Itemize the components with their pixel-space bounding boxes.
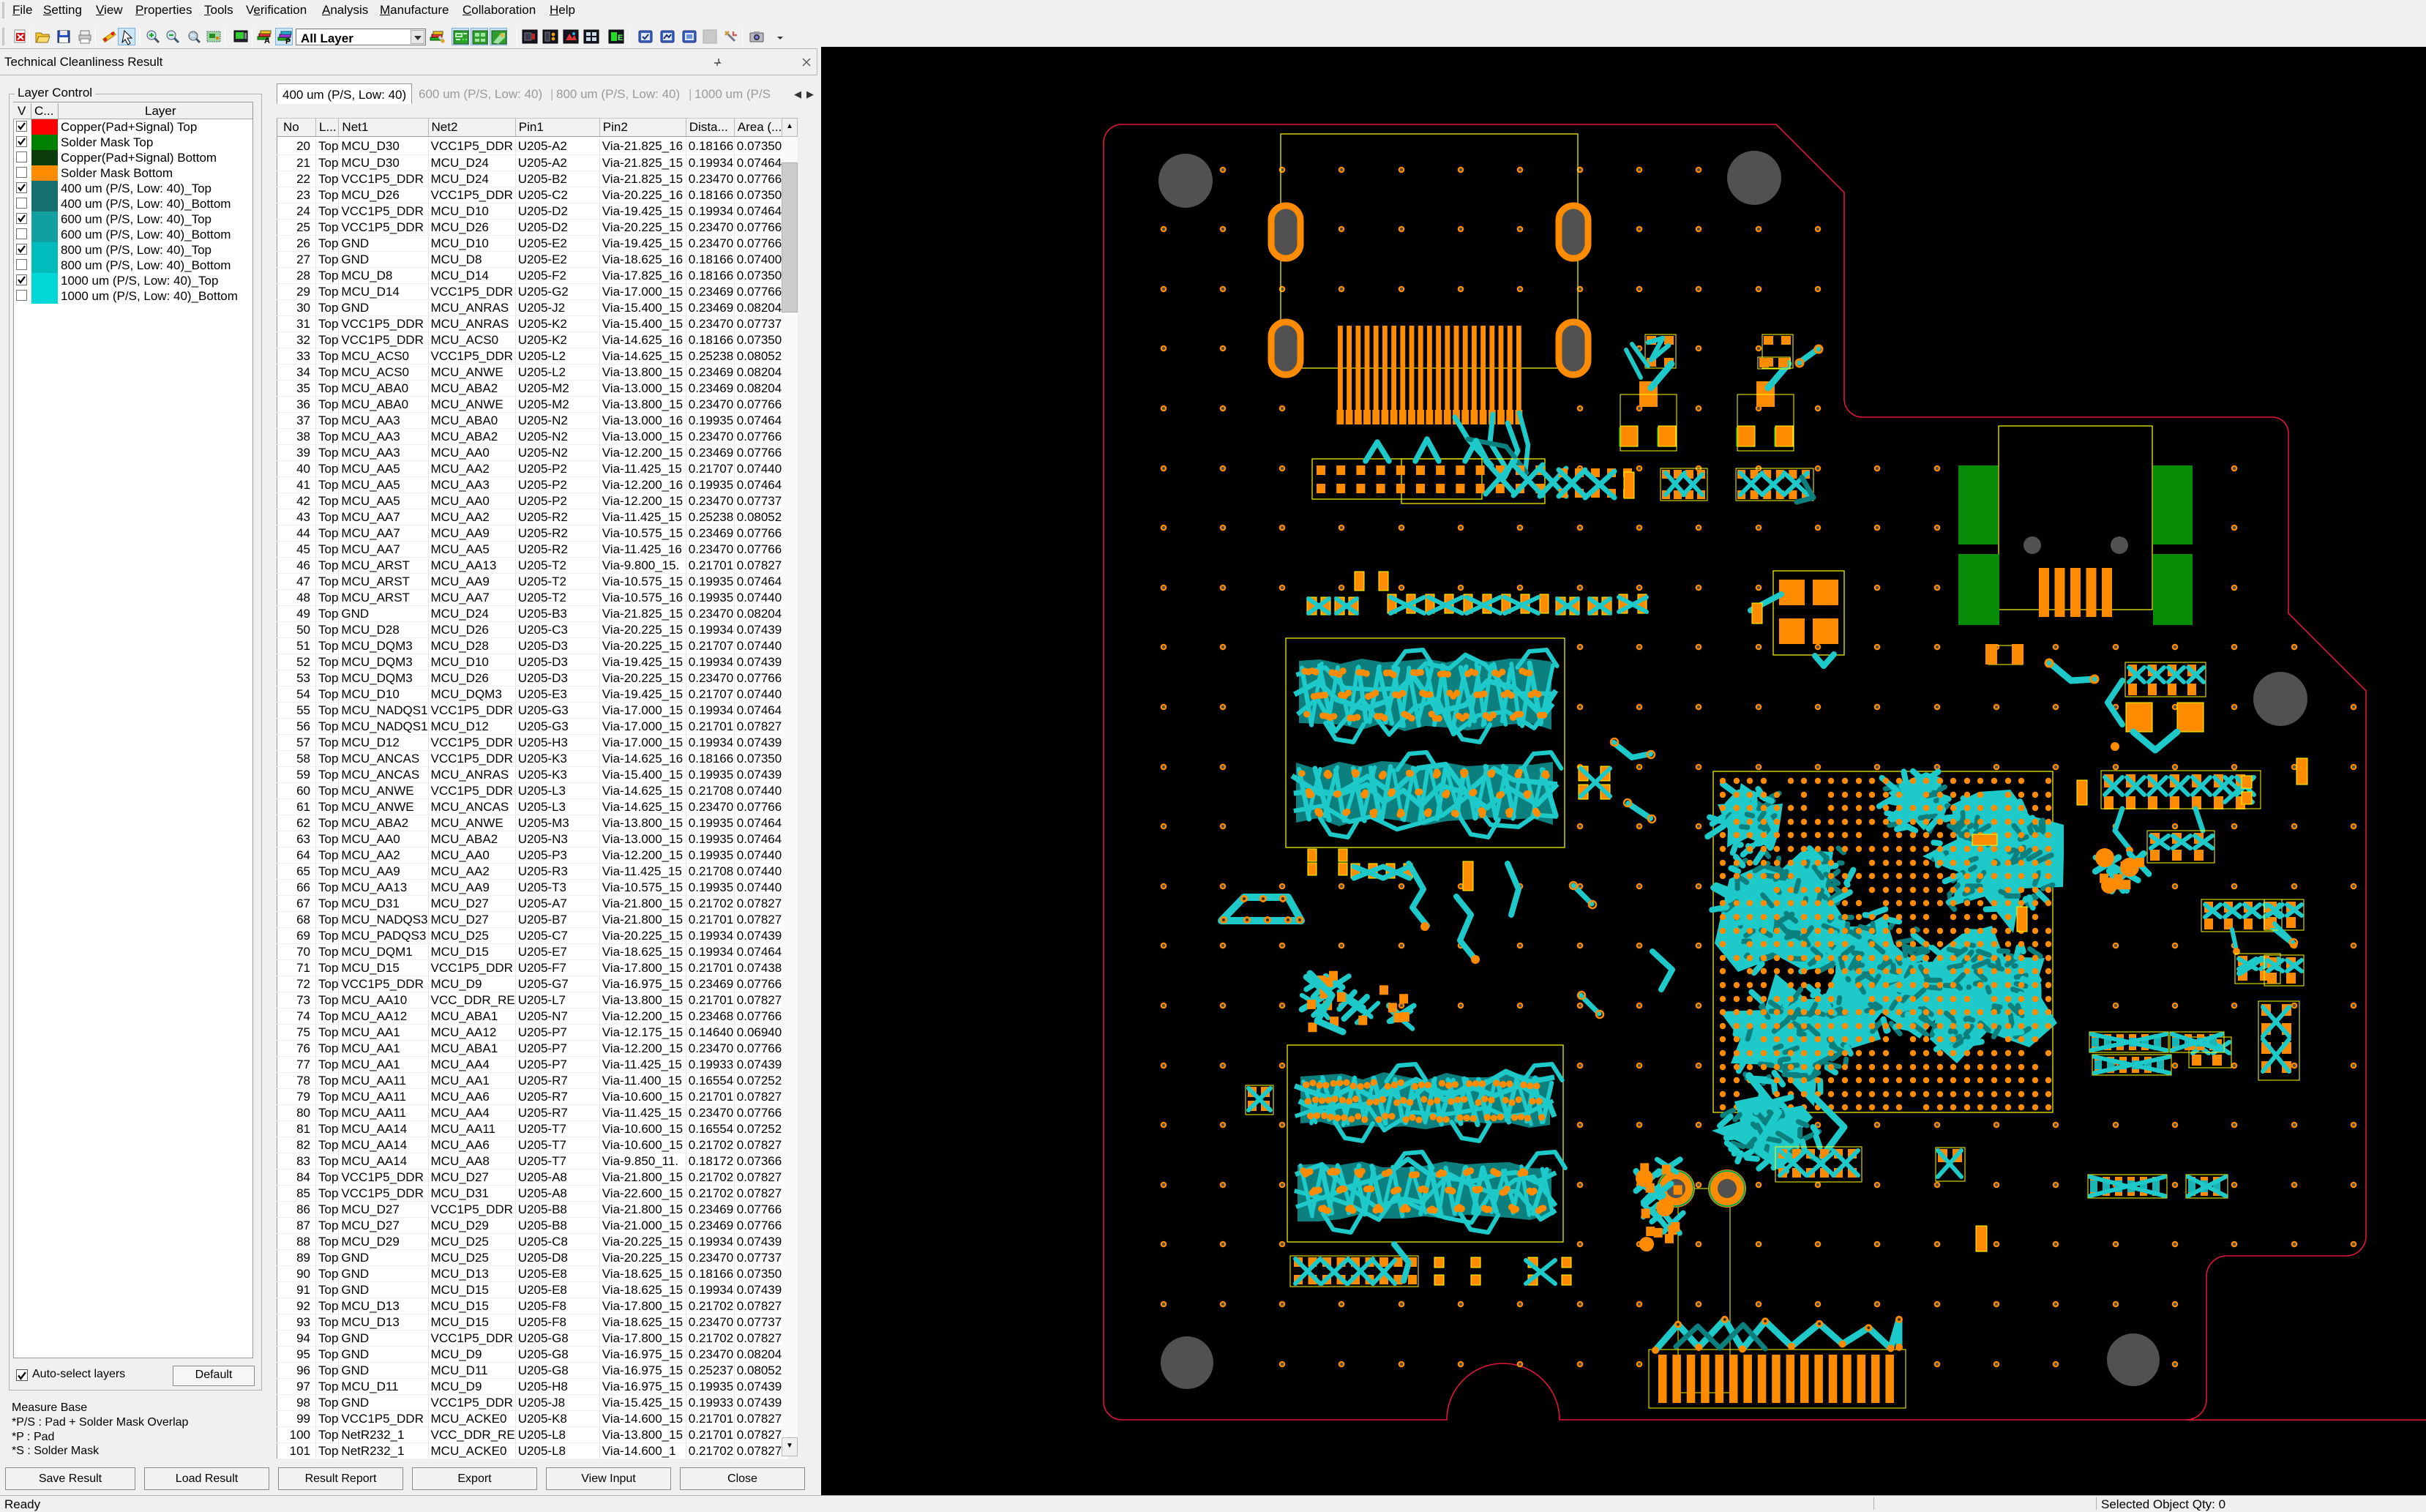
svg-text:P: P bbox=[285, 37, 291, 45]
svg-text:E: E bbox=[618, 34, 623, 42]
svg-text:A: A bbox=[264, 37, 270, 45]
